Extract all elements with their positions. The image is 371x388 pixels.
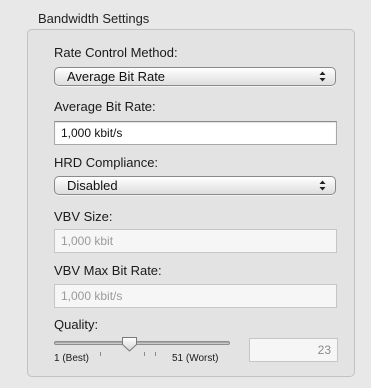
quality-min-label: 1 (Best) — [54, 353, 90, 364]
group-title: Bandwidth Settings — [38, 11, 150, 26]
quality-value-field[interactable]: 23 — [249, 338, 338, 362]
hrd-compliance-label: HRD Compliance: — [54, 155, 159, 170]
average-bit-rate-field[interactable]: 1,000 kbit/s — [54, 121, 337, 145]
hrd-compliance-selected: Disabled — [67, 178, 118, 193]
rate-control-label: Rate Control Method: — [54, 45, 178, 60]
vbv-size-value: 1,000 kbit — [61, 234, 114, 248]
vbv-size-field[interactable]: 1,000 kbit — [54, 229, 337, 253]
quality-label: Quality: — [54, 317, 99, 332]
quality-value: 23 — [317, 343, 331, 357]
tick-mark — [155, 352, 156, 356]
vbv-size-label: VBV Size: — [54, 209, 113, 224]
up-down-chevron-icon — [319, 71, 326, 82]
vbv-max-bit-rate-label: VBV Max Bit Rate: — [54, 263, 162, 278]
average-bit-rate-label: Average Bit Rate: — [54, 99, 156, 114]
average-bit-rate-value: 1,000 kbit/s — [61, 126, 123, 140]
slider-knob[interactable] — [121, 336, 138, 352]
vbv-max-bit-rate-field[interactable]: 1,000 kbit/s — [54, 284, 337, 308]
quality-slider-track[interactable] — [54, 341, 230, 345]
vbv-max-bit-rate-value: 1,000 kbit/s — [61, 289, 123, 303]
tick-mark — [100, 352, 101, 356]
quality-max-label: 51 (Worst) — [172, 353, 219, 364]
rate-control-popup[interactable]: Average Bit Rate — [54, 67, 336, 86]
tick-mark — [144, 352, 145, 356]
up-down-chevron-icon — [319, 180, 326, 191]
hrd-compliance-popup[interactable]: Disabled — [54, 176, 336, 195]
rate-control-selected: Average Bit Rate — [67, 69, 166, 84]
